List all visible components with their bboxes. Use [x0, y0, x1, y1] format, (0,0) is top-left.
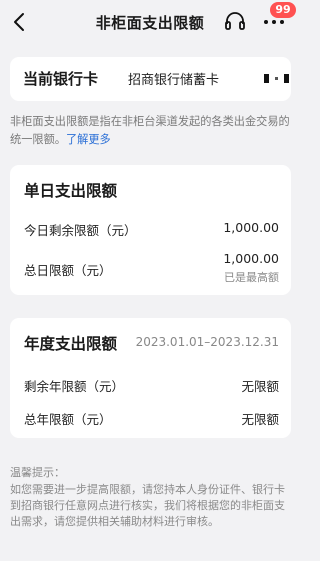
top-nav-bar: 非柜面支出限额 99	[0, 0, 300, 44]
yearly-limit-card: 年度支出限额 2023.01.01–2023.12.31 剩余年限额（元） 无限…	[10, 318, 291, 438]
daily-total-label: 总日限额（元）	[24, 263, 112, 278]
intro-description: 非柜面支出限额是指在非柜台渠道发起的各类出金交易的统一限额。	[10, 115, 290, 146]
tips-title: 温馨提示：	[10, 466, 65, 479]
tips-text: 如您需要进一步提高限额，请您持本人身份证件、银行卡到招商银行任意网点进行核实，我…	[10, 483, 285, 528]
intro-text: 非柜面支出限额是指在非柜台渠道发起的各类出金交易的统一限额。了解更多	[10, 113, 292, 149]
yearly-remaining-value: 无限额	[241, 379, 279, 394]
notification-badge: 99	[270, 2, 296, 18]
yearly-total-value: 无限额	[241, 412, 279, 427]
masked-card-number	[264, 74, 289, 83]
current-card-panel[interactable]: 当前银行卡 招商银行储蓄卡	[10, 57, 291, 101]
yearly-total-label: 总年限额（元）	[24, 412, 112, 427]
daily-total-note: 已是最高额	[224, 271, 279, 284]
current-card-label: 当前银行卡	[23, 70, 99, 88]
page-title: 非柜面支出限额	[95, 14, 205, 32]
daily-total-value: 1,000.00	[223, 251, 279, 266]
headset-icon[interactable]	[224, 12, 246, 32]
daily-remaining-value: 1,000.00	[223, 220, 279, 235]
tips-section: 温馨提示： 如您需要进一步提高限额，请您持本人身份证件、银行卡到招商银行任意网点…	[10, 465, 292, 530]
yearly-remaining-label: 剩余年限额（元）	[24, 379, 125, 394]
daily-limit-heading: 单日支出限额	[24, 182, 118, 200]
daily-remaining-label: 今日剩余限额（元）	[24, 223, 137, 238]
yearly-period: 2023.01.01–2023.12.31	[135, 335, 279, 349]
learn-more-link[interactable]: 了解更多	[66, 133, 111, 146]
yearly-limit-heading: 年度支出限额	[24, 335, 118, 353]
current-card-value: 招商银行储蓄卡	[128, 73, 220, 88]
daily-limit-card: 单日支出限额 今日剩余限额（元） 1,000.00 总日限额（元） 1,000.…	[10, 165, 291, 295]
